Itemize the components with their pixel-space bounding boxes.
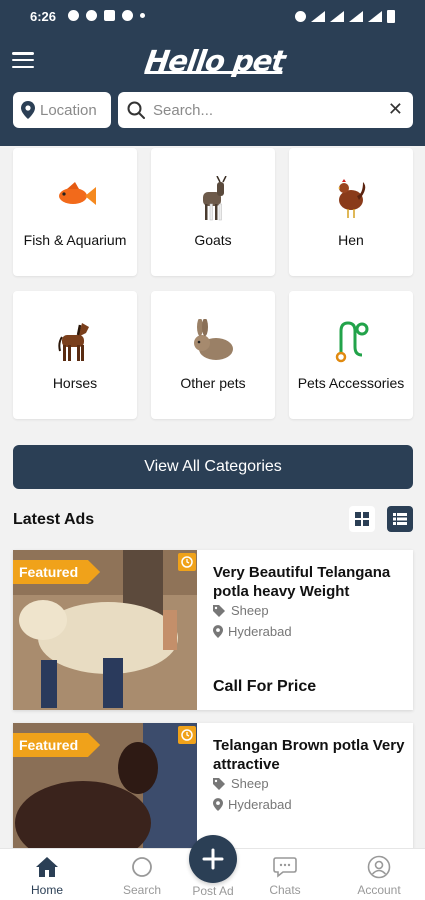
location-label: Location: [40, 101, 97, 119]
menu-icon[interactable]: [12, 52, 34, 68]
system-icons: [295, 10, 395, 23]
bulb-icon: [122, 10, 133, 21]
nav-chats[interactable]: Chats: [250, 853, 320, 897]
category-horses[interactable]: Horses: [13, 291, 137, 419]
notification-icons: [68, 10, 145, 21]
location-pin-icon: [21, 101, 35, 119]
plus-icon: [202, 848, 224, 870]
nav-search-label: Search: [122, 883, 162, 897]
category-goats[interactable]: Goats: [151, 148, 275, 276]
signal-icon: [349, 11, 363, 22]
app-logo: Hello pet: [137, 40, 293, 82]
category-pets-accessories[interactable]: Pets Accessories: [289, 291, 413, 419]
category-label: Goats: [194, 232, 232, 248]
location-pin-icon: [213, 625, 223, 638]
ad-title: Telangan Brown potla Very attractive: [213, 737, 405, 773]
message-icon: [68, 10, 79, 21]
category-hen[interactable]: Hen: [289, 148, 413, 276]
rabbit-icon: [151, 319, 275, 365]
wifi-icon: [330, 11, 344, 22]
category-label: Other pets: [180, 375, 246, 391]
status-bar: 6:26: [0, 0, 425, 34]
ad-location: Hyderabad: [213, 624, 292, 639]
post-ad-button[interactable]: [189, 835, 237, 883]
ad-location: Hyderabad: [213, 797, 292, 812]
location-button[interactable]: Location: [13, 92, 111, 128]
post-ad-label: Post Ad: [192, 884, 234, 898]
ad-category: Sheep: [213, 776, 269, 791]
volte-signal-icon: [311, 11, 325, 22]
tag-icon: [213, 604, 225, 617]
search-box[interactable]: ✕: [118, 92, 413, 128]
nav-home-label: Home: [30, 883, 63, 897]
status-time: 6:26: [30, 9, 57, 24]
leash-icon: [289, 319, 413, 365]
nav-account-label: Account: [357, 883, 401, 897]
battery-icon: [387, 10, 395, 23]
ad-location-label: Hyderabad: [228, 624, 292, 639]
ad-category: Sheep: [213, 603, 269, 618]
category-label: Fish & Aquarium: [23, 232, 127, 248]
signal-2-icon: [368, 11, 382, 22]
list-icon: [393, 513, 407, 525]
tag-icon: [213, 777, 225, 790]
nav-search[interactable]: Search: [107, 853, 177, 897]
ad-photo: Featured: [13, 550, 197, 710]
view-all-categories-button[interactable]: View All Categories: [13, 445, 413, 489]
instagram-icon: [104, 10, 115, 21]
dot-icon: [140, 13, 145, 18]
ad-category-label: Sheep: [231, 603, 269, 618]
clear-search-icon[interactable]: ✕: [388, 99, 403, 119]
chat-icon: [273, 857, 297, 878]
search-input[interactable]: [153, 101, 373, 119]
latest-ads-title: Latest Ads: [13, 511, 95, 528]
clock-icon: [178, 553, 196, 571]
fish-icon: [13, 176, 137, 222]
ad-title: Very Beautiful Telangana potla heavy Wei…: [213, 564, 391, 600]
hen-icon: [289, 176, 413, 222]
home-icon: [36, 857, 58, 877]
horse-icon: [13, 319, 137, 365]
list-view-toggle[interactable]: [387, 506, 413, 532]
featured-badge: Featured: [13, 560, 101, 584]
clock-icon: [178, 726, 196, 744]
featured-badge: Featured: [13, 733, 101, 757]
account-icon: [367, 855, 391, 879]
search-icon: [127, 101, 145, 119]
ad-category-label: Sheep: [231, 776, 269, 791]
telegram-icon: [86, 10, 97, 21]
ad-price: Call For Price: [213, 678, 317, 695]
goat-icon: [151, 176, 275, 222]
grid-icon: [355, 512, 369, 526]
nav-account[interactable]: Account: [344, 853, 414, 897]
call-icon: [295, 11, 306, 22]
nav-chats-label: Chats: [269, 883, 301, 897]
search-icon: [132, 857, 152, 877]
category-label: Hen: [338, 232, 364, 248]
category-label: Pets Accessories: [297, 375, 405, 391]
nav-home[interactable]: Home: [12, 853, 82, 897]
location-pin-icon: [213, 798, 223, 811]
category-other-pets[interactable]: Other pets: [151, 291, 275, 419]
ad-location-label: Hyderabad: [228, 797, 292, 812]
grid-view-toggle[interactable]: [349, 506, 375, 532]
category-label: Horses: [52, 375, 98, 391]
app-header: 6:26 Hello pet Location Search... ✕: [0, 0, 425, 146]
ad-card[interactable]: Featured Very Beautiful Telangana potla …: [13, 550, 413, 710]
category-fish-aquarium[interactable]: Fish & Aquarium: [13, 148, 137, 276]
